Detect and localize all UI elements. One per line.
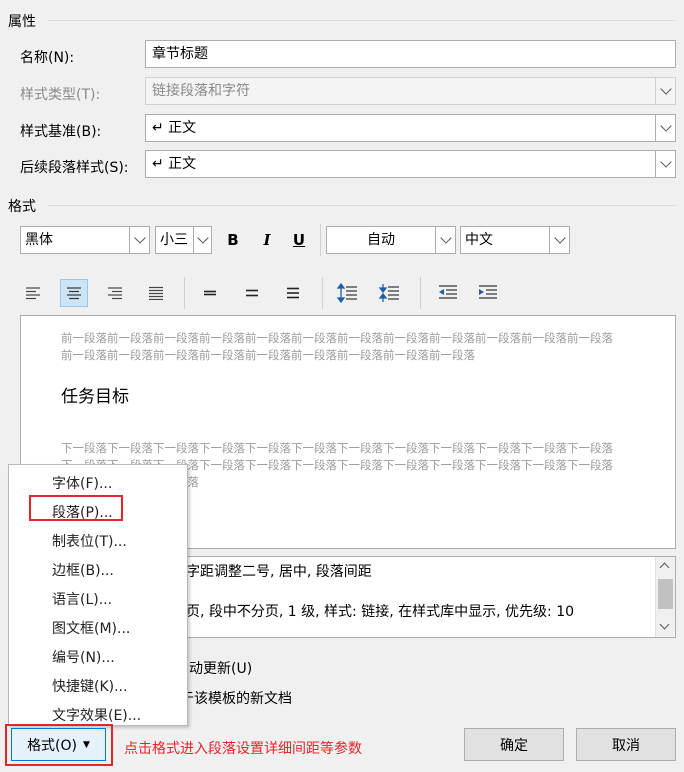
style-type-dropdown-button xyxy=(655,78,675,104)
style-type-value: 链接段落和字符 xyxy=(152,83,250,99)
paragraph-highlight-box xyxy=(29,495,123,521)
next-style-value: ↵ 正文 xyxy=(152,156,197,172)
name-input[interactable]: 章节标题 xyxy=(145,40,676,68)
toolbar-separator xyxy=(320,224,321,256)
align-right-icon[interactable] xyxy=(101,279,129,307)
increase-paragraph-spacing-icon[interactable] xyxy=(333,279,361,307)
properties-section-title: 属性 xyxy=(8,14,36,30)
format-section-title: 格式 xyxy=(8,199,36,215)
new-documents-option-label[interactable]: 于该模板的新文档 xyxy=(180,688,292,708)
single-spacing-icon[interactable] xyxy=(196,279,224,307)
language-select[interactable]: 中文 xyxy=(460,226,570,254)
format-divider xyxy=(48,205,676,206)
style-type-select: 链接段落和字符 xyxy=(145,77,676,105)
chevron-down-icon xyxy=(439,232,452,244)
cancel-button[interactable]: 取消 xyxy=(576,728,676,761)
decrease-indent-icon[interactable] xyxy=(434,279,462,307)
style-based-select[interactable]: ↵ 正文 xyxy=(145,114,676,142)
preview-sample-text: 任务目标 xyxy=(61,387,129,407)
style-type-label: 样式类型(T): xyxy=(20,87,101,103)
menu-item-tabs[interactable]: 制表位(T)... xyxy=(52,531,127,551)
menu-item-language[interactable]: 语言(L)... xyxy=(52,589,112,609)
chevron-down-icon xyxy=(553,232,566,244)
auto-update-checkbox-label[interactable]: 动更新(U) xyxy=(189,658,252,678)
menu-item-shortcut-key[interactable]: 快捷键(K)... xyxy=(52,676,127,696)
description-line-1: 字距调整二号, 居中, 段落间距 xyxy=(186,564,372,580)
description-line-2: 页, 段中不分页, 1 级, 样式: 链接, 在样式库中显示, 优先级: 10 xyxy=(186,604,575,620)
italic-button[interactable]: I xyxy=(253,226,281,254)
toolbar-separator xyxy=(420,277,421,309)
preview-previous-paragraph: 前一段落前一段落前一段落前一段落前一段落前一段落前一段落前一段落前一段落前一段落… xyxy=(61,331,613,362)
font-color-value: 自动 xyxy=(367,232,395,248)
decrease-paragraph-spacing-icon[interactable] xyxy=(375,279,403,307)
language-dropdown-button[interactable] xyxy=(549,227,569,253)
font-name-value: 黑体 xyxy=(25,232,53,248)
align-left-icon[interactable] xyxy=(19,279,47,307)
align-justify-icon[interactable] xyxy=(142,279,170,307)
increase-indent-icon[interactable] xyxy=(474,279,502,307)
description-scrollbar[interactable] xyxy=(655,557,675,637)
font-name-dropdown-button[interactable] xyxy=(129,227,149,253)
annotation-text: 点击格式进入段落设置详细间距等参数 xyxy=(124,741,362,757)
chevron-down-icon xyxy=(659,83,672,95)
format-button-highlight-box xyxy=(5,724,113,766)
menu-item-text-effects[interactable]: 文字效果(E)... xyxy=(52,705,141,725)
menu-item-border[interactable]: 边框(B)... xyxy=(52,560,114,580)
style-based-value: ↵ 正文 xyxy=(152,120,197,136)
style-based-dropdown-button[interactable] xyxy=(655,115,675,141)
chevron-down-icon xyxy=(659,156,672,168)
chevron-down-icon xyxy=(133,232,146,244)
scrollbar-thumb[interactable] xyxy=(658,579,673,609)
menu-item-numbering[interactable]: 编号(N)... xyxy=(52,647,115,667)
language-value: 中文 xyxy=(465,232,493,248)
next-style-dropdown-button[interactable] xyxy=(655,151,675,177)
bold-button[interactable]: B xyxy=(219,226,247,254)
ok-button[interactable]: 确定 xyxy=(464,728,564,761)
font-color-dropdown-button[interactable] xyxy=(435,227,455,253)
scroll-down-icon[interactable] xyxy=(659,619,670,630)
double-spacing-icon[interactable] xyxy=(279,279,307,307)
menu-item-font[interactable]: 字体(F)... xyxy=(52,473,112,493)
font-size-select[interactable]: 小三 xyxy=(155,226,212,254)
font-color-select[interactable]: 自动 xyxy=(326,226,456,254)
toolbar-separator xyxy=(184,277,185,309)
font-size-dropdown-button[interactable] xyxy=(193,227,211,253)
underline-button[interactable]: U xyxy=(285,226,313,254)
font-size-value: 小三 xyxy=(160,232,188,248)
align-center-icon[interactable] xyxy=(60,279,88,307)
toolbar-separator xyxy=(322,277,323,309)
next-style-select[interactable]: ↵ 正文 xyxy=(145,150,676,178)
menu-item-frame[interactable]: 图文框(M)... xyxy=(52,618,130,638)
one-half-spacing-icon[interactable] xyxy=(238,279,266,307)
scroll-up-icon[interactable] xyxy=(659,562,670,573)
properties-divider xyxy=(48,20,676,21)
chevron-down-icon xyxy=(659,120,672,132)
font-name-select[interactable]: 黑体 xyxy=(20,226,150,254)
chevron-down-icon xyxy=(196,232,209,244)
name-label: 名称(N): xyxy=(20,50,75,66)
style-based-label: 样式基准(B): xyxy=(20,124,102,140)
next-style-label: 后续段落样式(S): xyxy=(20,160,129,176)
